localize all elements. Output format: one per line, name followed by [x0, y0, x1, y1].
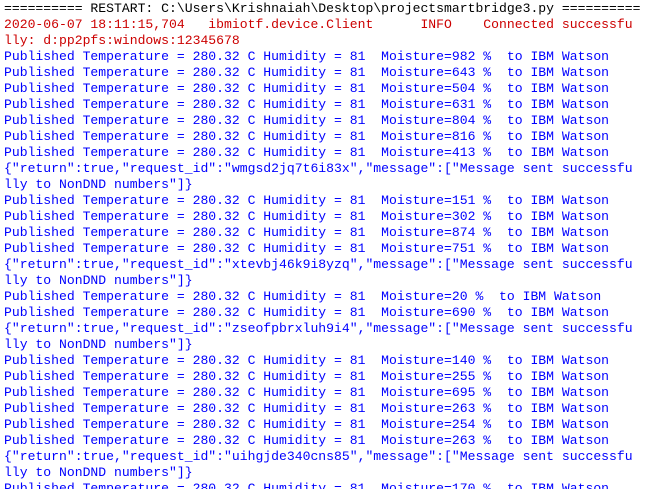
stdout-output-line: {"return":true,"request_id":"zseofpbrxlu…	[4, 321, 633, 336]
stdout-output-line: Published Temperature = 280.32 C Humidit…	[4, 417, 610, 432]
stdout-output-line: {"return":true,"request_id":"uihgjde340c…	[4, 449, 633, 464]
stdout-output-line: Published Temperature = 280.32 C Humidit…	[4, 385, 610, 400]
stdout-output-line: Published Temperature = 280.32 C Humidit…	[4, 305, 610, 320]
stdout-output-line: lly to NonDND numbers"]}	[4, 273, 193, 288]
stdout-output-line: Published Temperature = 280.32 C Humidit…	[4, 113, 610, 128]
restart-banner-line: ========== RESTART: C:\Users\Krishnaiah\…	[4, 1, 641, 16]
stdout-output-line: Published Temperature = 280.32 C Humidit…	[4, 193, 610, 208]
stdout-output-line: Published Temperature = 280.32 C Humidit…	[4, 289, 602, 304]
stdout-output-line: Published Temperature = 280.32 C Humidit…	[4, 353, 610, 368]
stdout-output-line: Published Temperature = 280.32 C Humidit…	[4, 401, 610, 416]
stdout-output-line: Published Temperature = 280.32 C Humidit…	[4, 145, 610, 160]
stderr-log-line: 2020-06-07 18:11:15,704 ibmiotf.device.C…	[4, 17, 633, 32]
stderr-log-line: lly: d:pp2pfs:windows:12345678	[4, 33, 240, 48]
stdout-output-line: Published Temperature = 280.32 C Humidit…	[4, 481, 610, 489]
shell-output-lines: ========== RESTART: C:\Users\Krishnaiah\…	[4, 1, 640, 489]
stdout-output-line: {"return":true,"request_id":"wmgsd2jq7t6…	[4, 161, 633, 176]
stdout-output-line: Published Temperature = 280.32 C Humidit…	[4, 81, 610, 96]
stdout-output-line: Published Temperature = 280.32 C Humidit…	[4, 65, 610, 80]
stdout-output-line: Published Temperature = 280.32 C Humidit…	[4, 129, 610, 144]
stdout-output-line: lly to NonDND numbers"]}	[4, 337, 193, 352]
stdout-output-line: {"return":true,"request_id":"xtevbj46k9i…	[4, 257, 633, 272]
stdout-output-line: Published Temperature = 280.32 C Humidit…	[4, 225, 610, 240]
stdout-output-line: Published Temperature = 280.32 C Humidit…	[4, 433, 610, 448]
stdout-output-line: Published Temperature = 280.32 C Humidit…	[4, 49, 610, 64]
stdout-output-line: Published Temperature = 280.32 C Humidit…	[4, 209, 610, 224]
stdout-output-line: lly to NonDND numbers"]}	[4, 465, 193, 480]
stdout-output-line: lly to NonDND numbers"]}	[4, 177, 193, 192]
shell-output-window[interactable]: ========== RESTART: C:\Users\Krishnaiah\…	[0, 0, 648, 489]
stdout-output-line: Published Temperature = 280.32 C Humidit…	[4, 241, 610, 256]
stdout-output-line: Published Temperature = 280.32 C Humidit…	[4, 97, 610, 112]
stdout-output-line: Published Temperature = 280.32 C Humidit…	[4, 369, 610, 384]
